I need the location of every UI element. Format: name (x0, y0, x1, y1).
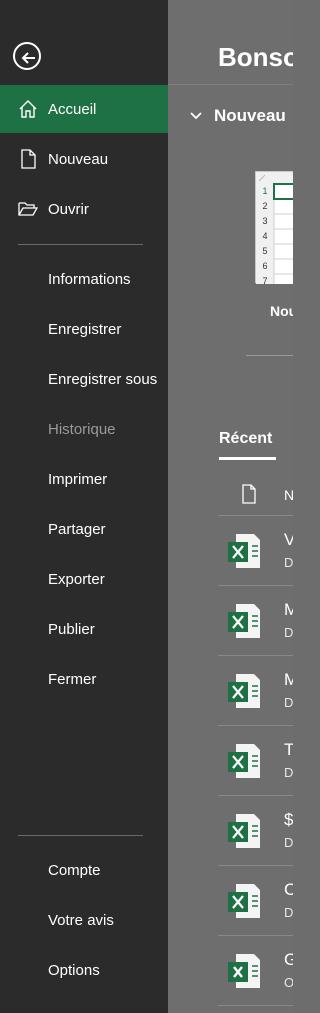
recent-file-row[interactable]: C D (218, 865, 293, 935)
tab-recent[interactable]: Récent (219, 430, 272, 448)
excel-file-icon (228, 954, 260, 988)
file-title: T (284, 740, 293, 759)
document-column-icon (242, 484, 256, 504)
sidebar-item-partager[interactable]: Partager (0, 505, 168, 553)
file-path: D (284, 625, 293, 640)
home-pane: Bonso Nouveau 1 2 3 4 5 6 7 Nou Récent N… (168, 0, 293, 1013)
row-number: 1 (262, 186, 268, 196)
template-label: Nou (270, 303, 293, 319)
sidebar-item-historique: Historique (0, 405, 168, 453)
sidebar-item-fermer[interactable]: Fermer (0, 655, 168, 703)
tab-active-indicator (219, 457, 276, 460)
file-path: D (284, 835, 293, 850)
name-column-header[interactable]: N (284, 487, 293, 503)
home-icon (19, 100, 37, 118)
row-number: 4 (262, 231, 268, 241)
recent-file-row[interactable]: V D (218, 515, 293, 585)
sidebar-item-label: Publier (48, 620, 95, 638)
file-title: M (284, 670, 293, 689)
sidebar-item-label: Compte (48, 861, 101, 879)
row-number: 3 (262, 216, 268, 226)
excel-file-icon (228, 534, 260, 568)
sidebar-item-informations[interactable]: Informations (0, 255, 168, 303)
sidebar-item-label: Historique (48, 420, 116, 438)
sidebar-item-options[interactable]: Options (0, 946, 168, 994)
excel-file-icon (228, 884, 260, 918)
file-title: G (284, 950, 293, 969)
excel-file-icon (228, 604, 260, 638)
sidebar-item-publier[interactable]: Publier (0, 605, 168, 653)
new-section-header[interactable]: Nouveau (190, 106, 286, 126)
sidebar-item-label: Options (48, 961, 100, 979)
sidebar-item-accueil[interactable]: Accueil (0, 85, 168, 133)
excel-file-icon (228, 674, 260, 708)
recent-file-row[interactable]: G O (218, 935, 293, 1005)
chevron-down-icon (190, 106, 202, 126)
sidebar-item-label: Fermer (48, 670, 97, 688)
recent-file-row[interactable]: M D (218, 655, 293, 725)
sidebar-item-nouveau[interactable]: Nouveau (0, 135, 168, 183)
sidebar-item-enregistrer[interactable]: Enregistrer (0, 305, 168, 353)
sidebar-item-label: Nouveau (48, 150, 109, 168)
row-number: 2 (262, 201, 268, 211)
recent-file-row[interactable]: M D (218, 585, 293, 655)
backstage-sidebar: Accueil Nouveau Ouvrir Informations Enre… (0, 0, 168, 1013)
row-number: 5 (262, 246, 268, 256)
sidebar-item-label: Enregistrer sous (48, 370, 158, 388)
file-path: D (284, 905, 293, 920)
sidebar-item-label: Informations (48, 270, 131, 288)
sidebar-item-label: Partager (48, 520, 106, 538)
sidebar-item-label: Accueil (48, 100, 97, 118)
row-number: 7 (262, 276, 268, 286)
greeting-title: Bonso (218, 42, 293, 72)
sidebar-item-exporter[interactable]: Exporter (0, 555, 168, 603)
excel-file-icon (228, 744, 260, 778)
sidebar-item-label: Exporter (48, 570, 105, 588)
section-divider (246, 355, 293, 356)
file-title: V (284, 530, 293, 549)
new-document-icon (21, 149, 36, 169)
sidebar-item-ouvrir[interactable]: Ouvrir (0, 185, 168, 233)
sidebar-item-compte[interactable]: Compte (0, 846, 168, 894)
excel-file-icon (228, 814, 260, 848)
sidebar-item-label: Votre avis (48, 911, 114, 929)
recent-file-row[interactable]: $ D (218, 795, 293, 865)
sidebar-divider (18, 835, 143, 836)
file-path: D (284, 695, 293, 710)
open-folder-icon (18, 202, 38, 216)
header-divider (168, 84, 293, 85)
back-arrow-icon[interactable] (13, 42, 41, 70)
new-section-title: Nouveau (214, 106, 286, 125)
sidebar-item-imprimer[interactable]: Imprimer (0, 455, 168, 503)
sidebar-item-votre-avis[interactable]: Votre avis (0, 896, 168, 944)
blank-workbook-template[interactable]: 1 2 3 4 5 6 7 (255, 171, 293, 286)
sidebar-item-label: Enregistrer (48, 320, 122, 338)
file-path: D (284, 555, 293, 570)
sidebar-divider (18, 244, 143, 245)
file-title: C (284, 880, 293, 899)
recent-file-row[interactable]: T D (218, 725, 293, 795)
sidebar-item-label: Imprimer (48, 470, 108, 488)
file-path: D (284, 765, 293, 780)
file-path: O (284, 975, 293, 990)
sidebar-item-enregistrer-sous[interactable]: Enregistrer sous (0, 355, 168, 403)
file-title: $ (284, 810, 293, 829)
row-divider (218, 1005, 293, 1006)
file-title: M (284, 600, 293, 619)
sidebar-item-label: Ouvrir (48, 200, 89, 218)
row-number: 6 (262, 261, 268, 271)
